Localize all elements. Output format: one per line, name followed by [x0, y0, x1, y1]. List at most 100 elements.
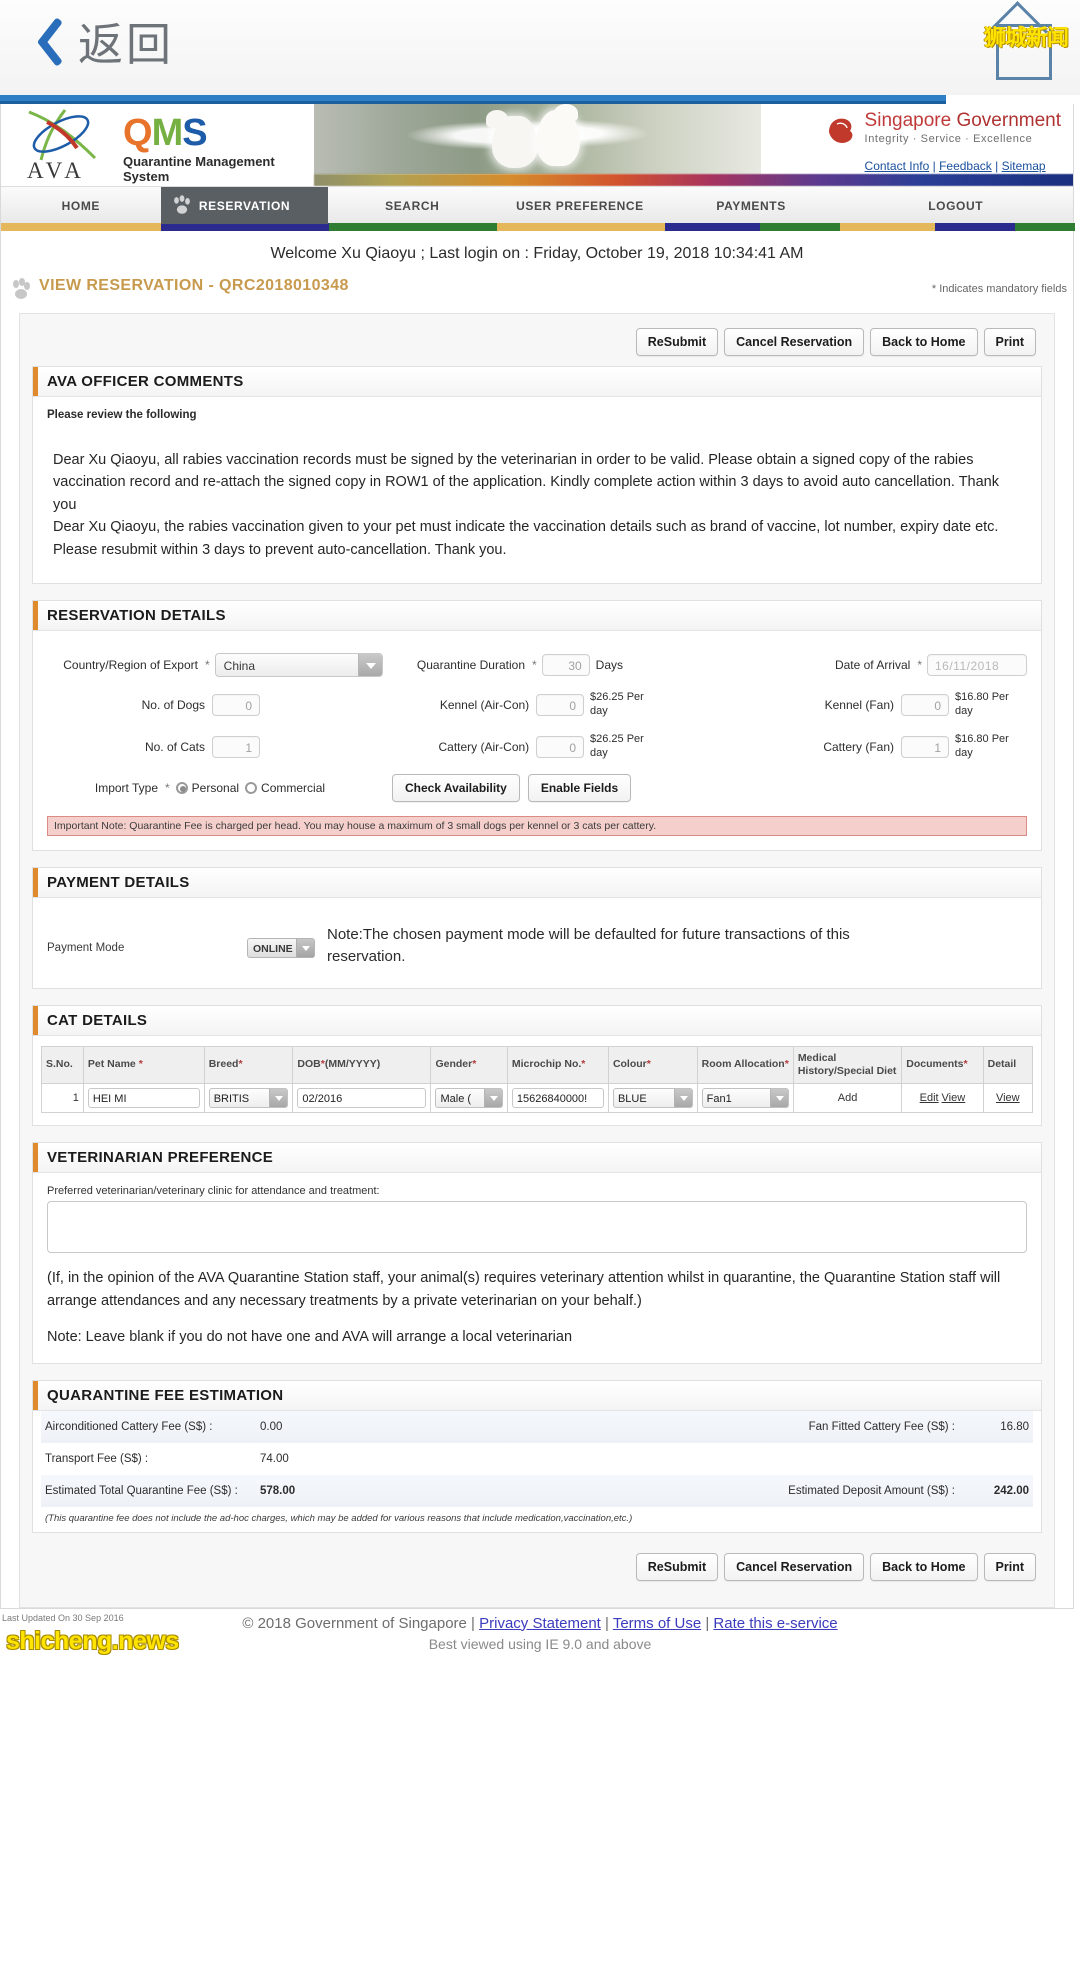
gov-title-plain: Singapore — [864, 110, 957, 131]
link-sitemap[interactable]: Sitemap — [1002, 159, 1046, 173]
field-date-of-arrival: Date of Arrival * 16/11/2018 — [662, 653, 1027, 677]
fee-row-right: Estimated Deposit Amount (S$) : 242.00 — [537, 1474, 1033, 1507]
chevron-left-icon — [22, 11, 64, 71]
nav-item-payments[interactable]: PAYMENTS — [664, 187, 839, 224]
section-reservation-details: RESERVATION DETAILS Country/Region of Ex… — [32, 600, 1042, 852]
link-medical-add[interactable]: Add — [792, 1083, 903, 1114]
cattery-fan-label: Cattery (Fan) — [823, 739, 894, 754]
print-button[interactable]: Print — [983, 328, 1036, 356]
kennel-ac-label: Kennel (Air-Con) — [439, 698, 530, 713]
welcome-message: Welcome Xu Qiaoyu ; Last login on : Frid… — [270, 245, 804, 262]
fee-estimation-header: QUARANTINE FEE ESTIMATION — [33, 1380, 1041, 1411]
select-breed[interactable]: BRITIS — [203, 1083, 294, 1114]
table-row: 1 HEI MI BRITIS 02/2016 Male (15626840000! BL… — [41, 1083, 1034, 1114]
vet-textarea[interactable] — [47, 1201, 1027, 1254]
cancel-reservation-button[interactable]: Cancel Reservation — [724, 1552, 865, 1581]
watermark-logo-top: 狮城新闻 — [984, 14, 1070, 86]
select-colour[interactable]: BLUE — [607, 1083, 698, 1114]
nav-item-home[interactable]: HOME — [1, 187, 161, 224]
print-button[interactable]: Print — [983, 1552, 1036, 1581]
input-pet-name[interactable]: HEI MI — [82, 1083, 205, 1114]
cancel-reservation-button[interactable]: Cancel Reservation — [724, 328, 865, 356]
cattery-ac-input[interactable]: 0 — [536, 735, 584, 758]
qms-subtitle: Quarantine Management System — [123, 153, 275, 184]
cat-details-body: S.No. Pet Name * Breed* DOB*(MM/YYYY) Gender… — [33, 1035, 1041, 1126]
cat-col-documents: Documents* — [901, 1045, 984, 1085]
cell-sno: 1 — [41, 1083, 84, 1114]
important-note-banner: Important Note: Quarantine Fee is charge… — [47, 816, 1027, 837]
section-veterinarian-preference: VETERINARIAN PREFERENCE Preferred veteri… — [32, 1142, 1042, 1364]
resubmit-button[interactable]: ReSubmit — [635, 1552, 719, 1581]
cats-input[interactable]: 1 — [212, 735, 260, 758]
select-room-allocation[interactable]: Fan1 — [696, 1083, 794, 1114]
radio-import-personal[interactable] — [175, 782, 188, 795]
country-label: Country/Region of Export — [63, 658, 198, 673]
input-microchip[interactable]: 15626840000! — [506, 1083, 609, 1114]
fee-row-left: Airconditioned Cattery Fee (S$) : 0.00 — [41, 1410, 537, 1443]
cattery-fan-price: $16.80 Per day — [955, 732, 1009, 759]
cat-table-header-row: S.No. Pet Name * Breed* DOB*(MM/YYYY) Gender… — [41, 1045, 1034, 1085]
nav-item-logout[interactable]: LOGOUT — [838, 187, 1073, 224]
field-import-type: Import Type * Personal Commercial — [47, 774, 392, 802]
fee-row-right: Fan Fitted Cattery Fee (S$) : 16.80 — [537, 1410, 1033, 1443]
link-feedback[interactable]: Feedback — [939, 159, 992, 173]
field-country-of-export: Country/Region of Export * China — [47, 653, 392, 678]
qms-letter-s: S — [182, 112, 207, 154]
link-privacy-statement[interactable]: Privacy Statement — [479, 1615, 601, 1632]
field-kennel-aircon: Kennel (Air-Con) 0 $26.25 Per day — [392, 691, 662, 719]
link-contact-info[interactable]: Contact Info — [865, 159, 930, 173]
arrival-label: Date of Arrival — [834, 658, 911, 673]
chevron-down-icon[interactable] — [357, 654, 382, 677]
action-buttons-top: ReSubmit Cancel Reservation Back to Home Pr… — [32, 324, 1042, 366]
nav-item-user-preference[interactable]: USER PREFERENCE — [496, 187, 664, 224]
link-detail-view[interactable]: View — [982, 1083, 1034, 1114]
fee-row-right — [537, 1443, 1033, 1475]
chevron-down-icon[interactable] — [296, 939, 314, 958]
officer-comments-header: AVA OFFICER COMMENTS — [33, 367, 1041, 397]
payment-mode-label: Payment Mode — [47, 942, 125, 955]
main-navigation: HOME RESERVATION SEARCH USER PREFERENCE PAYM… — [1, 186, 1073, 224]
cat-col-petname: Pet Name * — [82, 1045, 205, 1085]
payment-mode-select[interactable]: ONLINE — [247, 938, 315, 959]
input-dob[interactable]: 02/2016 — [292, 1083, 432, 1114]
link-rate-this-eservice[interactable]: Rate this e-service — [713, 1615, 837, 1632]
ava-wordmark: AVA — [27, 158, 86, 183]
link-terms-of-use[interactable]: Terms of Use — [613, 1615, 701, 1632]
kennel-fan-input[interactable]: 0 — [901, 694, 949, 717]
cat-col-colour: Colour* — [607, 1045, 698, 1085]
back-to-home-button[interactable]: Back to Home — [870, 1552, 978, 1581]
duration-input[interactable]: 30 — [541, 654, 590, 677]
field-no-of-cats: No. of Cats 1 — [47, 733, 392, 761]
field-cattery-aircon: Cattery (Air-Con) 0 $26.25 Per day — [392, 733, 662, 761]
payment-mode-value: ONLINE — [253, 943, 293, 956]
back-to-home-button[interactable]: Back to Home — [870, 328, 978, 356]
check-availability-button[interactable]: Check Availability — [392, 774, 520, 803]
duration-label: Quarantine Duration — [416, 658, 525, 673]
singapore-government-branding: Singapore Government Integrity · Service… — [828, 110, 1061, 173]
kennel-fan-label: Kennel (Fan) — [824, 698, 894, 713]
reservation-details-body: Country/Region of Export * China Quaranti… — [33, 631, 1041, 851]
nav-item-search[interactable]: SEARCH — [328, 187, 496, 224]
kennel-ac-input[interactable]: 0 — [536, 694, 584, 717]
select-gender[interactable]: Male ( — [430, 1083, 508, 1114]
kennel-fan-price: $16.80 Per day — [955, 691, 1009, 718]
country-select[interactable]: China — [214, 653, 383, 678]
arrival-input[interactable]: 16/11/2018 — [927, 654, 1027, 677]
nav-color-bar — [1, 223, 1075, 231]
nav-item-reservation[interactable]: RESERVATION — [160, 187, 329, 224]
vet-preference-title: VETERINARIAN PREFERENCE — [47, 1149, 274, 1167]
import-personal-label: Personal — [191, 781, 240, 796]
enable-fields-button[interactable]: Enable Fields — [527, 774, 632, 803]
cattery-fan-input[interactable]: 1 — [901, 735, 949, 758]
field-cattery-fan: Cattery (Fan) 1 $16.80 Per day — [662, 733, 1027, 761]
section-cat-details: CAT DETAILS S.No. Pet Name * Breed* DOB*(MM… — [32, 1004, 1042, 1127]
resubmit-button[interactable]: ReSubmit — [635, 328, 719, 356]
back-button[interactable]: 返回 — [22, 8, 174, 73]
lion-head-icon — [828, 118, 852, 143]
dogs-input[interactable]: 0 — [212, 694, 260, 717]
radio-import-commercial[interactable] — [245, 782, 258, 795]
link-documents[interactable]: Edit View — [901, 1083, 984, 1114]
availability-buttons: Check Availability Enable Fields — [392, 774, 662, 803]
cattery-ac-price: $26.25 Per day — [590, 732, 644, 759]
officer-comment-paragraph-1: Dear Xu Qiaoyu, all rabies vaccination r… — [53, 452, 999, 513]
